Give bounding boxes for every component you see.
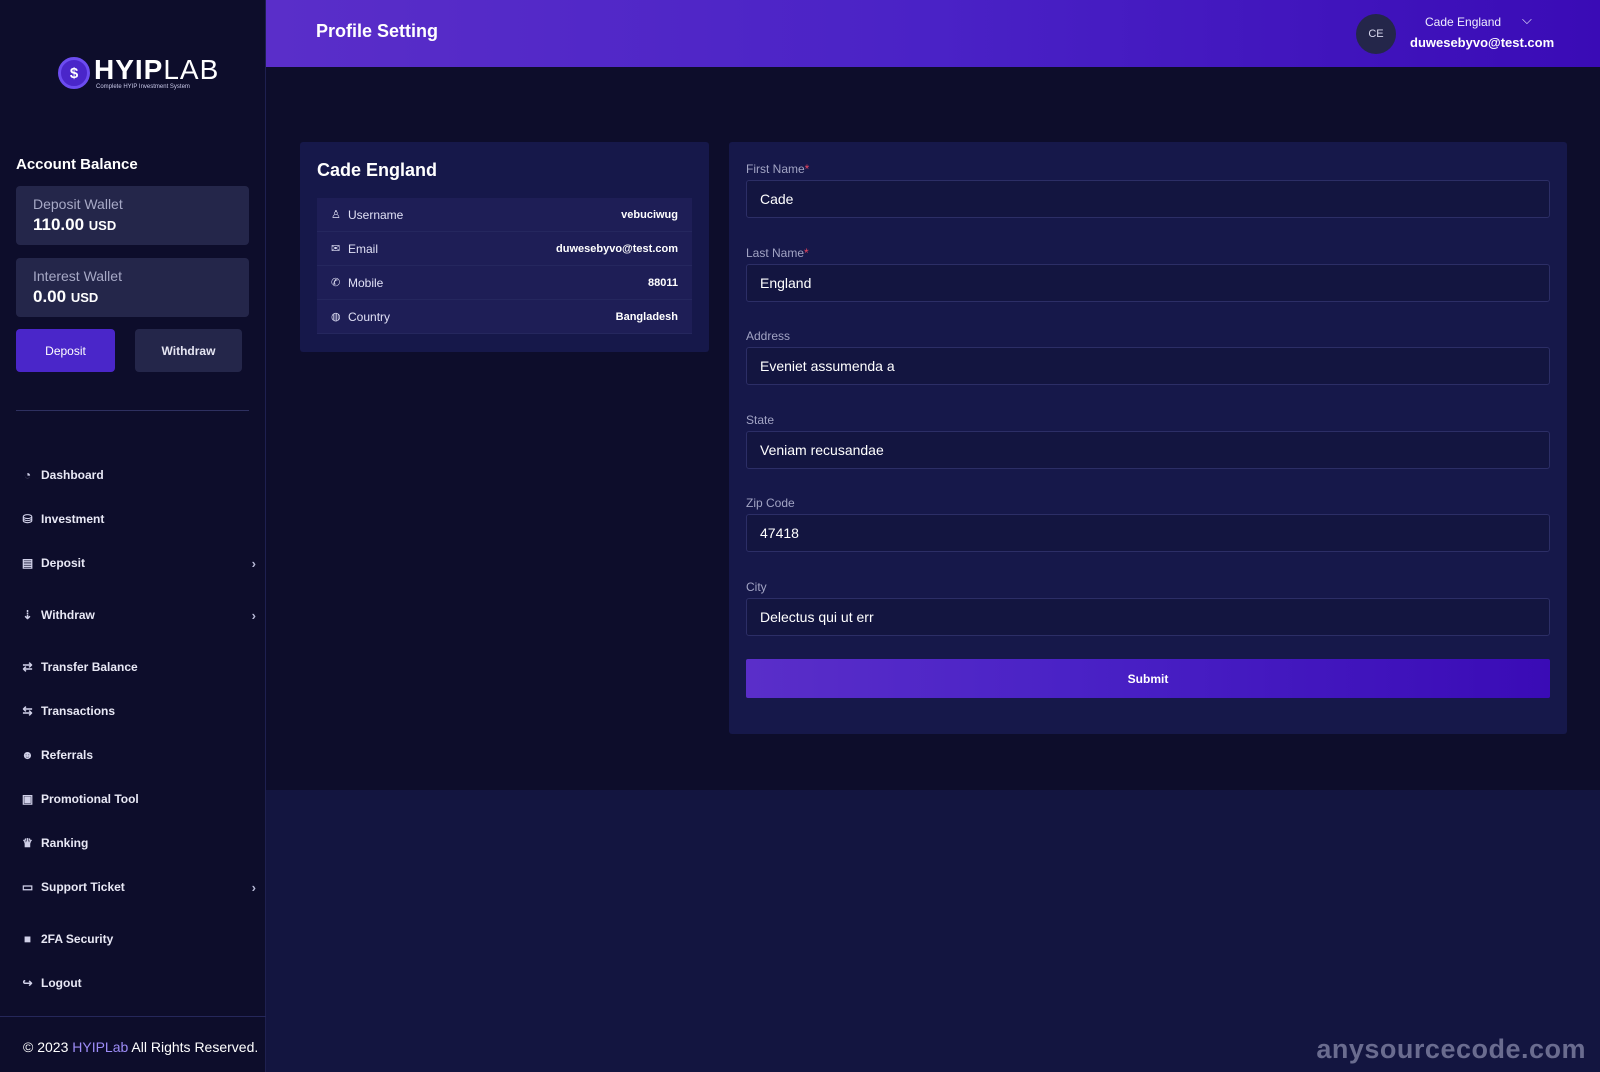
- wallet-amount: 110.00: [33, 215, 85, 234]
- info-row-country: ◍ Country Bangladesh: [317, 300, 692, 334]
- investment-icon: ⛁: [22, 512, 33, 526]
- sidebar-item-ranking[interactable]: ♛ Ranking: [20, 831, 256, 855]
- copyright-brand-link[interactable]: HYIPLab: [72, 1039, 128, 1055]
- users-icon: ☻: [21, 748, 34, 762]
- first-name-label: First Name*: [746, 162, 810, 176]
- zip-code-input[interactable]: [746, 514, 1550, 552]
- profile-name: Cade England: [317, 160, 438, 180]
- info-value: duwesebyvo@test.com: [556, 242, 678, 255]
- wallet-currency: USD: [88, 218, 117, 233]
- ad-icon: ▣: [21, 792, 34, 806]
- money-bag-icon: $: [58, 57, 90, 89]
- city-input[interactable]: [746, 597, 1550, 636]
- withdraw-icon: ⇣: [22, 608, 33, 622]
- watermark: anysourcecode.com: [1316, 1034, 1586, 1064]
- sidebar-item-withdraw[interactable]: ⇣ Withdraw ›: [20, 603, 256, 627]
- logout-icon: ↪: [22, 976, 33, 990]
- interest-wallet-card: Interest Wallet 0.00 USD: [16, 258, 249, 317]
- account-balance-title: Account Balance: [16, 156, 138, 173]
- envelope-icon: ✉: [331, 243, 341, 255]
- withdraw-button[interactable]: Withdraw: [135, 329, 242, 372]
- profile-card: Cade England ♙ Username vebuciwug ✉ Email duw…: [300, 142, 709, 352]
- avatar[interactable]: CE: [1356, 14, 1396, 54]
- logo[interactable]: $ HYIPLAB Complete HYIP Investment Syste…: [58, 56, 219, 90]
- profile-form: First Name* Last Name* Address State Zip Cod…: [729, 142, 1567, 734]
- last-name-label: Last Name*: [746, 245, 809, 260]
- globe-icon: ◍: [331, 311, 341, 323]
- info-value: Bangladesh: [615, 310, 678, 323]
- info-value: 88011: [648, 276, 678, 289]
- user-icon: ♙: [331, 209, 341, 221]
- zip-code-label: Zip Code: [746, 496, 795, 510]
- info-row-username: ♙ Username vebuciwug: [317, 198, 692, 232]
- state-label: State: [746, 412, 775, 427]
- deposit-icon: ▤: [21, 556, 34, 570]
- info-label: Country: [348, 309, 391, 324]
- sidebar-item-deposit[interactable]: ▤ Deposit ›: [20, 551, 256, 575]
- address-label: Address: [746, 329, 791, 343]
- address-input[interactable]: [746, 347, 1550, 385]
- chevron-right-icon[interactable]: ›: [252, 556, 256, 571]
- required-marker: *: [804, 245, 809, 260]
- sidebar-item-label: 2FA Security: [41, 932, 114, 946]
- sidebar-item-transactions[interactable]: ⇆ Transactions: [20, 699, 256, 723]
- sidebar-item-support-ticket[interactable]: ▭ Support Ticket ›: [20, 875, 256, 899]
- chevron-right-icon[interactable]: ›: [252, 880, 256, 895]
- dashboard-icon: ◔: [23, 468, 32, 482]
- sidebar-item-2fa-security[interactable]: ■ 2FA Security: [20, 927, 256, 951]
- info-label: Mobile: [348, 275, 384, 290]
- sidebar-item-promotional-tool[interactable]: ▣ Promotional Tool: [20, 787, 256, 811]
- sidebar-item-label: Dashboard: [41, 468, 104, 482]
- top-header: Profile Setting CE Cade England ⌵ duwese…: [266, 0, 1600, 67]
- sidebar-item-label: Support Ticket: [41, 880, 125, 894]
- crown-icon: ♛: [22, 836, 33, 850]
- info-row-email: ✉ Email duwesebyvo@test.com: [317, 232, 692, 266]
- sidebar-item-label: Logout: [41, 976, 82, 990]
- exchange-icon: ⇆: [22, 704, 33, 718]
- user-email: duwesebyvo@test.com: [1410, 35, 1555, 50]
- last-name-input[interactable]: [746, 263, 1550, 302]
- chevron-down-icon[interactable]: ⌵: [1522, 12, 1532, 28]
- sidebar-item-label: Investment: [41, 512, 105, 526]
- ticket-icon: ▭: [21, 880, 34, 894]
- sidebar-item-logout[interactable]: ↪ Logout: [20, 971, 256, 995]
- page-title: Profile Setting: [316, 21, 439, 41]
- state-input[interactable]: [746, 430, 1550, 469]
- lock-icon: ■: [23, 932, 32, 946]
- sidebar-divider: [16, 410, 249, 411]
- required-marker: *: [804, 162, 810, 176]
- logo-title: HYIP: [94, 54, 164, 85]
- sidebar-item-referrals[interactable]: ☻ Referrals: [20, 743, 256, 767]
- phone-icon: ✆: [331, 277, 341, 289]
- info-row-mobile: ✆ Mobile 88011: [317, 266, 692, 300]
- info-value: vebuciwug: [621, 208, 678, 221]
- user-name[interactable]: Cade England: [1425, 15, 1501, 29]
- sidebar-item-label: Referrals: [41, 748, 94, 762]
- info-label: Username: [348, 207, 404, 222]
- sidebar-item-transfer-balance[interactable]: ⇄ Transfer Balance: [20, 655, 256, 679]
- wallet-amount: 0.00: [33, 287, 67, 306]
- sidebar-item-label: Transactions: [41, 704, 116, 718]
- handshake-icon: ⇄: [22, 660, 33, 674]
- copyright: © 2023 HYIPLab All Rights Reserved.: [0, 1016, 266, 1072]
- sidebar-item-label: Withdraw: [41, 608, 95, 622]
- wallet-label: Interest Wallet: [33, 268, 122, 284]
- submit-button[interactable]: Submit: [746, 659, 1550, 698]
- first-name-input[interactable]: [746, 180, 1550, 218]
- sidebar-item-label: Promotional Tool: [41, 792, 139, 806]
- wallet-currency: USD: [70, 290, 99, 305]
- deposit-wallet-card: Deposit Wallet 110.00 USD: [16, 186, 249, 245]
- wallet-label: Deposit Wallet: [33, 196, 123, 212]
- city-label: City: [746, 579, 767, 594]
- sidebar: $ HYIPLAB Complete HYIP Investment Syste…: [0, 0, 266, 1072]
- sidebar-item-label: Deposit: [41, 556, 86, 570]
- sidebar-item-investment[interactable]: ⛁ Investment: [20, 507, 256, 531]
- chevron-right-icon[interactable]: ›: [252, 608, 256, 623]
- sidebar-item-label: Ranking: [41, 836, 89, 850]
- sidebar-item-label: Transfer Balance: [41, 660, 138, 674]
- sidebar-item-dashboard[interactable]: ◔ Dashboard: [20, 463, 256, 487]
- deposit-button[interactable]: Deposit: [16, 329, 115, 372]
- info-label: Email: [348, 241, 379, 256]
